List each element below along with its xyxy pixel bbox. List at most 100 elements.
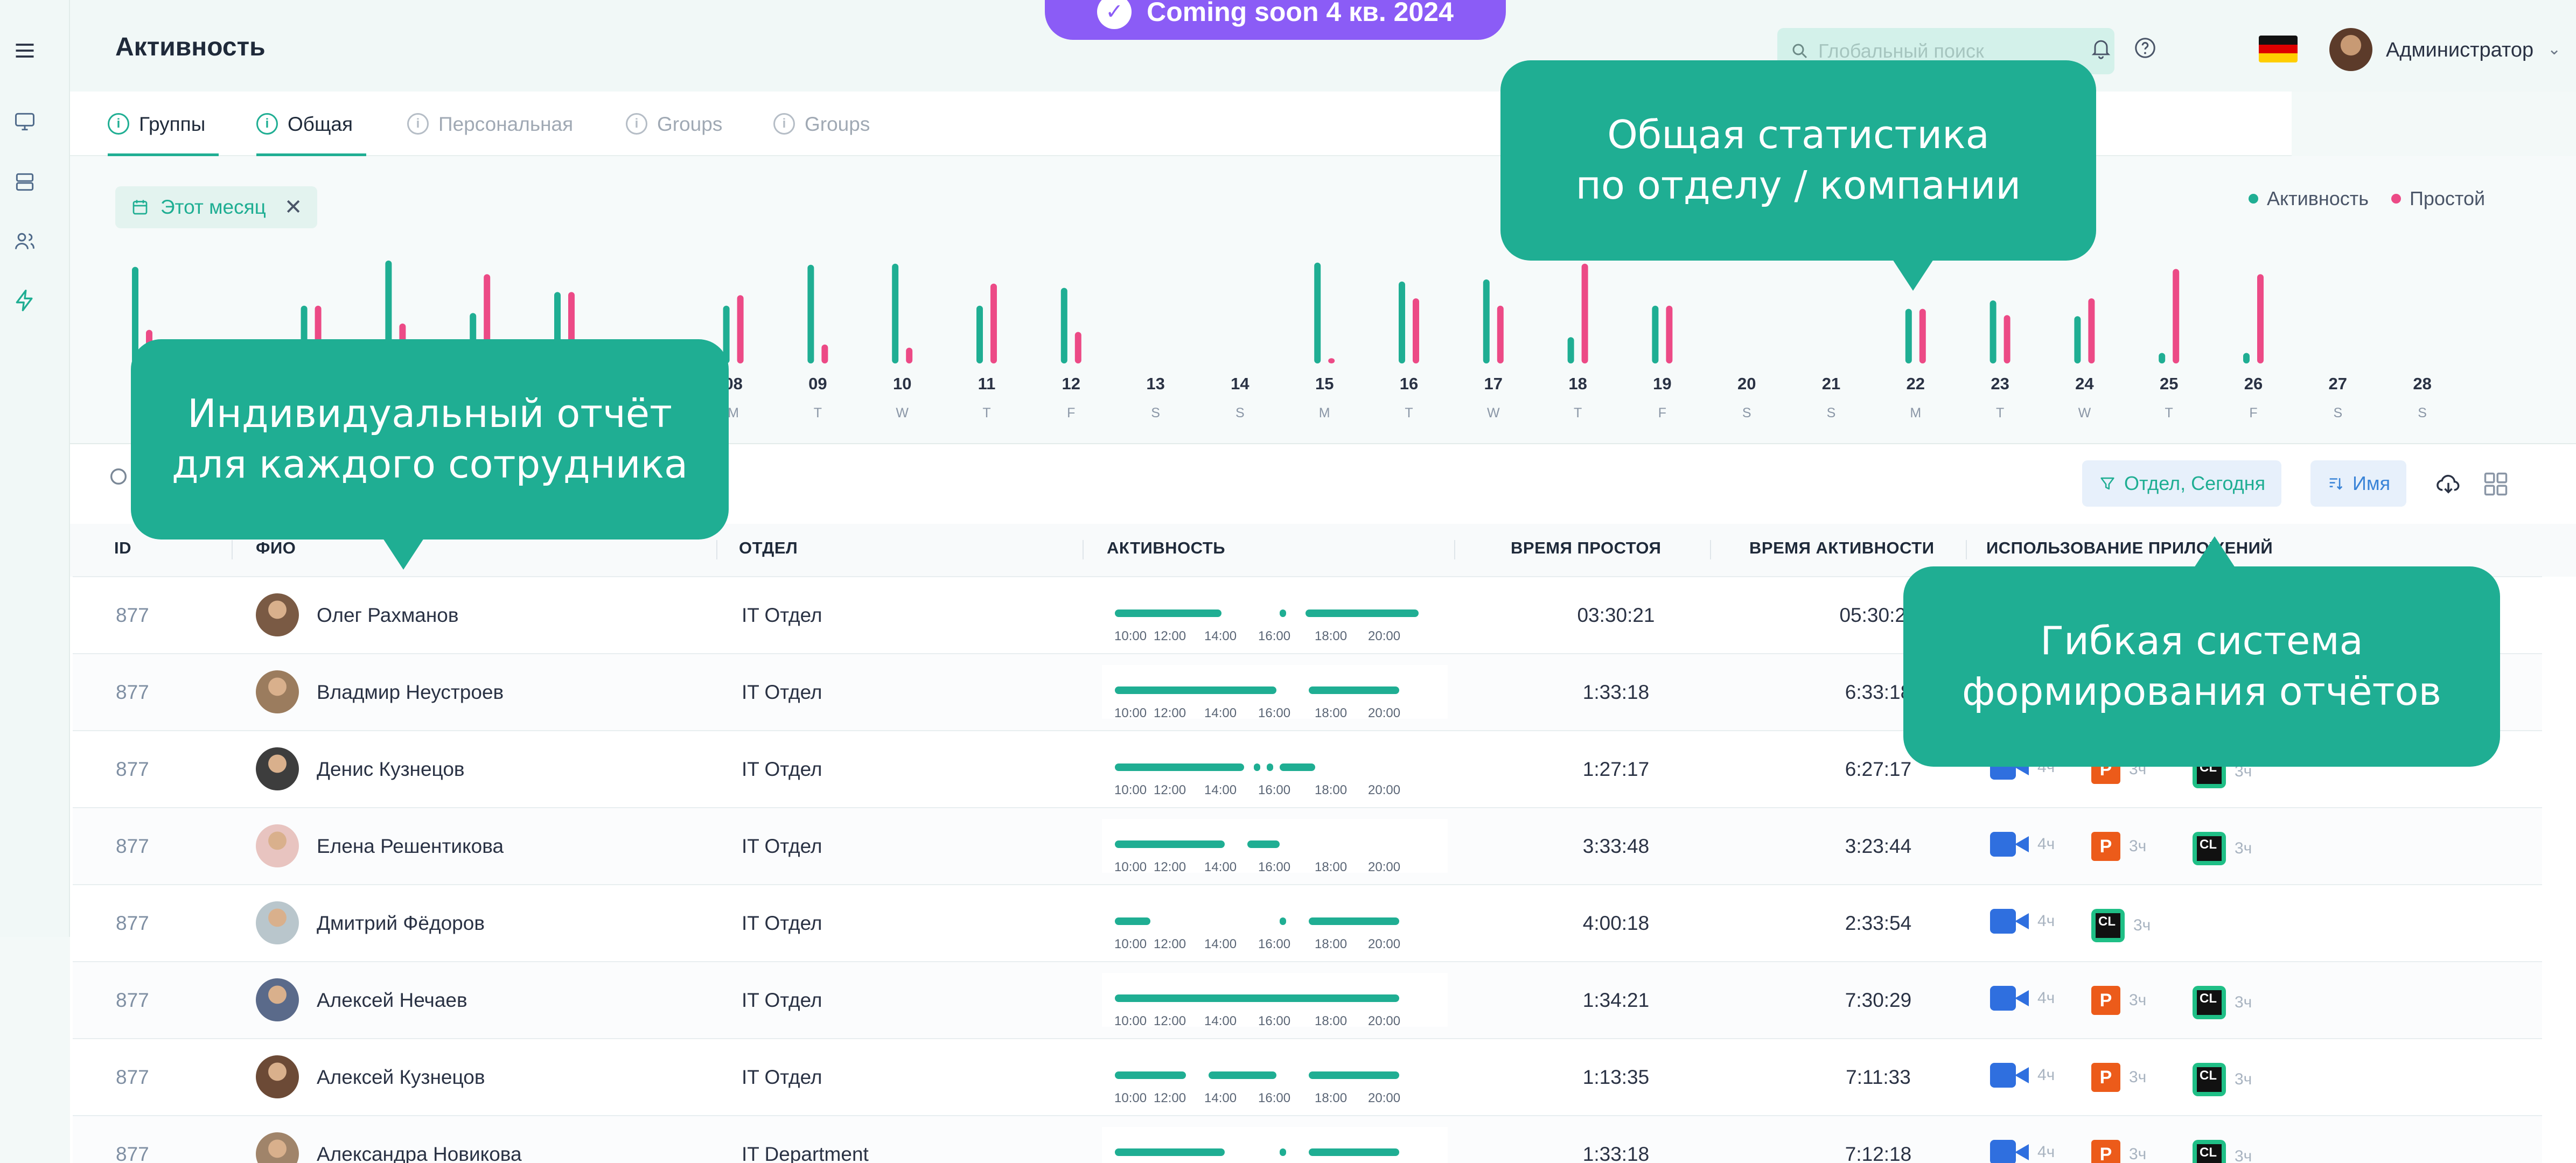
tab-label: Группы — [139, 113, 206, 135]
app-usage-item[interactable]: P 3ч — [2091, 986, 2146, 1015]
timeline-tick-label: 16:00 — [1258, 937, 1291, 951]
th-idle-time[interactable]: ВРЕМЯ ПРОСТОЯ — [1511, 538, 1661, 558]
idle-bar[interactable] — [821, 344, 828, 363]
th-active-time[interactable]: ВРЕМЯ АКТИВНОСТИ — [1749, 538, 1934, 558]
idle-bar[interactable] — [1074, 332, 1081, 364]
idle-bar[interactable] — [1328, 358, 1335, 363]
search-icon — [1792, 44, 1807, 59]
tab-groups-3[interactable]: i Groups — [773, 113, 870, 156]
search-input[interactable] — [1818, 40, 2098, 62]
employee-name[interactable]: Владмир Неустроев — [317, 681, 504, 704]
activity-bar[interactable] — [2243, 353, 2250, 364]
app-usage-item[interactable]: P 3ч — [2091, 832, 2146, 861]
idle-bar[interactable] — [1581, 263, 1588, 363]
tab-general[interactable]: i Общая — [256, 113, 366, 156]
idle-bar[interactable] — [1497, 305, 1504, 363]
idle-bar[interactable] — [2003, 315, 2010, 363]
activity-timeline: 10:00 12:00 14:00 16:00 18:00 20:00 — [1102, 742, 1448, 797]
app-usage-item[interactable]: 4ч — [1990, 1063, 2055, 1088]
th-department[interactable]: ОТДЕЛ — [739, 538, 798, 558]
lightning-icon[interactable] — [12, 288, 38, 313]
activity-bar[interactable] — [892, 263, 899, 363]
activity-bar[interactable] — [1652, 305, 1659, 363]
idle-bar[interactable] — [2257, 274, 2264, 363]
employee-id: 877 — [116, 1066, 149, 1088]
tab-groups[interactable]: i Группы — [108, 113, 219, 156]
app-usage-item[interactable]: CL 3ч — [2091, 909, 2151, 942]
app-usage-item[interactable]: 4ч — [1990, 1140, 2055, 1163]
timeline-tick-label: 18:00 — [1315, 629, 1348, 643]
th-name[interactable]: ФИО — [256, 538, 296, 558]
app-usage-item[interactable]: P 3ч — [2091, 1140, 2146, 1163]
idle-bar[interactable] — [2088, 298, 2095, 363]
activity-bar[interactable] — [1060, 288, 1067, 363]
app-usage-time: 3ч — [2129, 1145, 2147, 1163]
activity-bar[interactable] — [2074, 316, 2081, 363]
idle-bar[interactable] — [906, 347, 913, 363]
app-usage-item[interactable]: CL 3ч — [2193, 1063, 2252, 1096]
table-row[interactable]: 877 Алексей Нечаев IT Отдел 10:00 12:00 14:00… — [73, 961, 2542, 1038]
help-icon[interactable] — [2131, 33, 2160, 62]
grid-view-icon[interactable] — [2482, 470, 2510, 498]
avatar[interactable] — [2329, 28, 2372, 71]
activity-bar[interactable] — [1567, 337, 1574, 363]
employee-name[interactable]: Алексей Нечаев — [317, 989, 467, 1012]
employee-name[interactable]: Денис Кузнецов — [317, 758, 465, 781]
chevron-down-icon[interactable]: ⌄ — [2547, 40, 2561, 59]
column-divider — [232, 540, 233, 559]
employee-name[interactable]: Елена Решентикова — [317, 835, 504, 858]
employee-name[interactable]: Дмитрий Фёдоров — [317, 912, 485, 935]
app-usage-item[interactable]: 4ч — [1990, 986, 2055, 1011]
refresh-icon[interactable] — [108, 466, 129, 487]
menu-icon[interactable] — [12, 38, 38, 64]
app-usage-item[interactable]: CL 3ч — [2193, 832, 2252, 865]
idle-bar[interactable] — [1919, 309, 1926, 363]
app-usage-item[interactable]: P 3ч — [2091, 1063, 2146, 1092]
activity-bar[interactable] — [132, 267, 138, 363]
th-activity[interactable]: АКТИВНОСТЬ — [1107, 538, 1225, 558]
department-filter-button[interactable]: Отдел, Сегодня — [2082, 460, 2282, 507]
activity-bar[interactable] — [807, 264, 814, 363]
th-id[interactable]: ID — [114, 538, 131, 558]
table-row[interactable]: 877 Алексей Кузнецов IT Отдел 10:00 12:00 14:… — [73, 1038, 2542, 1115]
tab-personal[interactable]: i Персональная — [407, 113, 573, 156]
idle-bar[interactable] — [1666, 305, 1673, 363]
employee-id: 877 — [116, 681, 149, 703]
idle-bar[interactable] — [737, 295, 744, 363]
info-icon: i — [407, 113, 429, 135]
activity-bar[interactable] — [1399, 281, 1405, 363]
app-usage-item[interactable]: 4ч — [1990, 832, 2055, 857]
sidebar — [0, 0, 70, 937]
tab-groups-2[interactable]: i Groups — [626, 113, 722, 156]
table-row[interactable]: 877 Александра Новикова IT Department 10:00… — [73, 1115, 2542, 1163]
timeline-tick-label: 20:00 — [1368, 629, 1401, 643]
download-icon[interactable] — [2433, 470, 2463, 498]
users-icon[interactable] — [12, 228, 38, 254]
activity-segment — [1254, 763, 1260, 771]
activity-bar[interactable] — [976, 305, 983, 363]
day-label: 17 — [1484, 374, 1503, 393]
table-row[interactable]: 877 Елена Решентикова IT Отдел 10:00 12:00 14… — [73, 807, 2542, 884]
app-usage-item[interactable]: 4ч — [1990, 909, 2055, 934]
table-row[interactable]: 877 Дмитрий Фёдоров IT Отдел 10:00 12:00 14:0… — [73, 884, 2542, 961]
app-usage-item[interactable]: CL 3ч — [2193, 1140, 2252, 1163]
bell-icon[interactable] — [2086, 33, 2116, 62]
employee-name[interactable]: Александра Новикова — [317, 1143, 522, 1163]
idle-bar[interactable] — [2173, 269, 2180, 364]
activity-timeline: 10:00 12:00 14:00 16:00 18:00 20:00 — [1102, 665, 1448, 720]
employee-name[interactable]: Олег Рахманов — [317, 604, 459, 627]
activity-bar[interactable] — [1905, 309, 1912, 363]
app-usage-item[interactable]: CL 3ч — [2193, 986, 2252, 1019]
activity-bar[interactable] — [1483, 279, 1490, 363]
sort-by-name-button[interactable]: Имя — [2310, 460, 2407, 507]
idle-bar[interactable] — [1413, 298, 1419, 363]
idle-bar[interactable] — [990, 283, 997, 363]
activity-bar[interactable] — [1989, 300, 1996, 363]
monitor-icon[interactable] — [12, 109, 38, 135]
server-icon[interactable] — [12, 169, 38, 195]
activity-bar[interactable] — [1314, 262, 1321, 363]
activity-bar[interactable] — [2159, 353, 2166, 364]
user-name[interactable]: Администратор — [2386, 39, 2533, 62]
language-flag-icon[interactable] — [2259, 36, 2298, 62]
employee-name[interactable]: Алексей Кузнецов — [317, 1066, 485, 1089]
